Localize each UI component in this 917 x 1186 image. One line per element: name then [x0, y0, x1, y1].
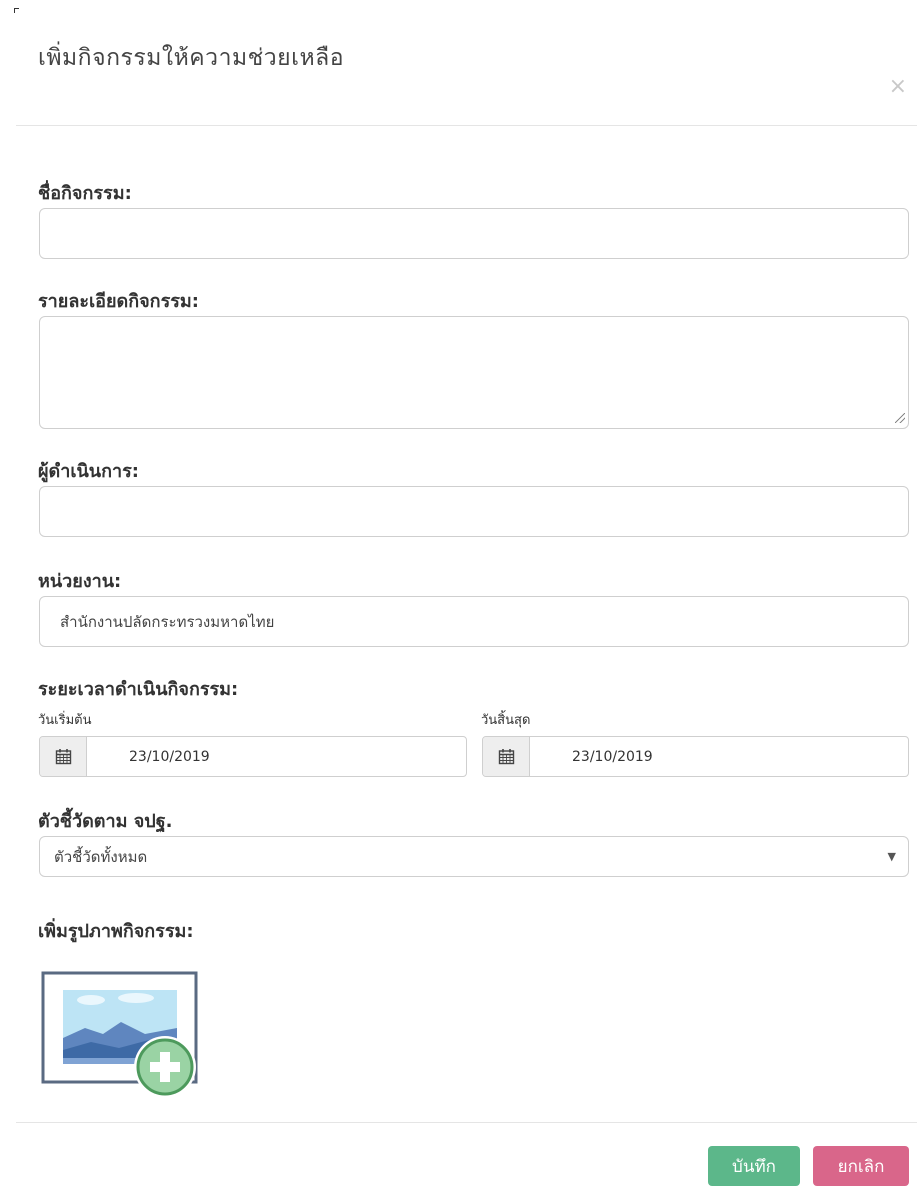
footer-divider: [16, 1122, 917, 1123]
calendar-icon[interactable]: [483, 737, 530, 776]
agency-label: หน่วยงาน:: [38, 571, 122, 592]
close-icon[interactable]: ×: [889, 76, 907, 98]
end-date-field[interactable]: 23/10/2019: [482, 736, 909, 777]
activity-detail-label: รายละเอียดกิจกรรม:: [38, 291, 199, 312]
add-image-icon[interactable]: [41, 970, 203, 1104]
start-date-field[interactable]: 23/10/2019: [39, 736, 467, 777]
resize-handle[interactable]: [895, 413, 905, 423]
activity-name-label: ชื่อกิจกรรม:: [38, 183, 132, 204]
header-divider: [16, 125, 917, 126]
indicator-label: ตัวชี้วัดตาม จปฐ.: [38, 811, 173, 832]
indicator-selected-value: ตัวชี้วัดทั้งหมด: [54, 847, 148, 866]
caret-down-icon: ▼: [887, 850, 896, 863]
modal-title: เพิ่มกิจกรรมให้ความช่วยเหลือ: [38, 45, 345, 71]
indicator-select[interactable]: ตัวชี้วัดทั้งหมด ▼: [39, 836, 909, 877]
save-button[interactable]: บันทึก: [708, 1146, 800, 1186]
end-date-value[interactable]: 23/10/2019: [530, 737, 908, 776]
operator-input[interactable]: [39, 486, 909, 537]
start-date-value[interactable]: 23/10/2019: [87, 737, 466, 776]
activity-name-input[interactable]: [39, 208, 909, 259]
agency-input[interactable]: [39, 596, 909, 647]
start-date-label: วันเริ่มต้น: [38, 713, 92, 728]
activity-detail-textarea[interactable]: [39, 316, 909, 429]
image-label: เพิ่มรูปภาพกิจกรรม:: [38, 921, 194, 942]
operator-label: ผู้ดำเนินการ:: [38, 461, 139, 482]
cancel-button[interactable]: ยกเลิก: [813, 1146, 909, 1186]
end-date-label: วันสิ้นสุด: [481, 713, 531, 728]
calendar-icon[interactable]: [40, 737, 87, 776]
period-label: ระยะเวลาดำเนินกิจกรรม:: [38, 679, 239, 700]
corner-mark: [14, 8, 19, 13]
